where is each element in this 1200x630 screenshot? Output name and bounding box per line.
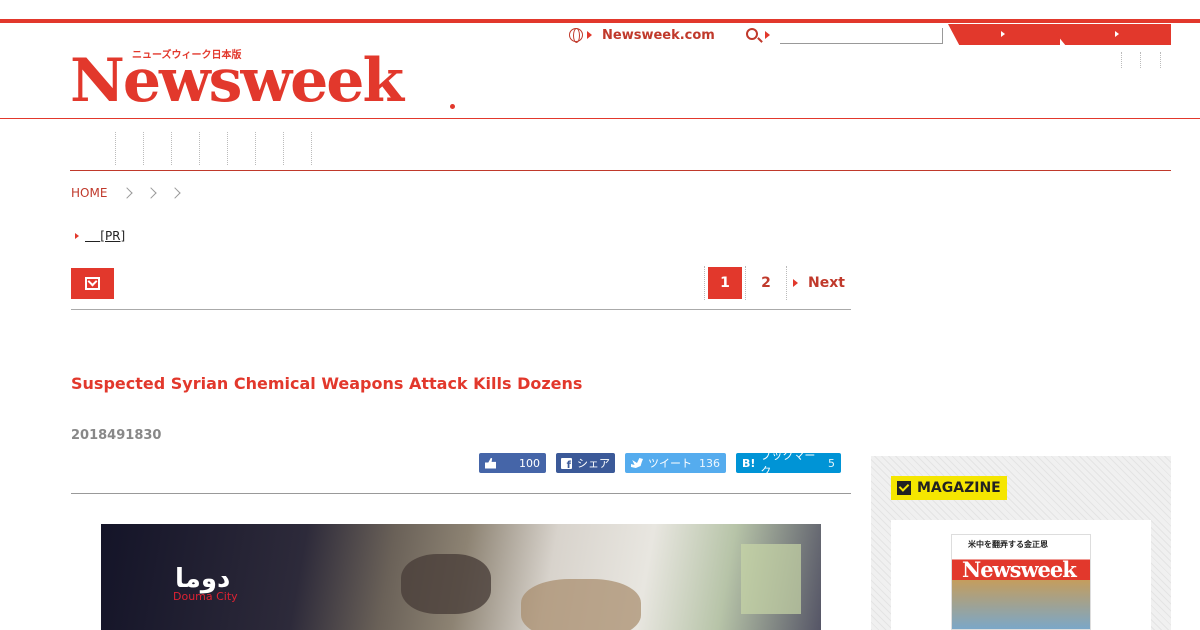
arrow-right-icon <box>587 31 592 39</box>
arrow-right-icon <box>75 232 79 239</box>
breadcrumb: HOME <box>71 185 182 201</box>
nav-item-8[interactable] <box>311 132 312 165</box>
facebook-share-button[interactable]: シェア <box>556 453 615 473</box>
article-headline: Suspected Syrian Chemical Weapons Attack… <box>71 374 583 393</box>
divider <box>71 309 851 310</box>
chevron-down-icon <box>85 277 100 290</box>
globe-icon <box>569 28 583 43</box>
cover-kicker: 米中を翻弄する金正恩 <box>968 540 1048 549</box>
page-1-button[interactable]: 1 <box>708 267 742 299</box>
thumbs-up-icon <box>485 457 496 469</box>
pr-link[interactable]: [PR] <box>75 228 125 243</box>
chevron-right-icon <box>121 187 134 199</box>
top-tab-2[interactable] <box>1048 24 1171 45</box>
tab-2-arrow-icon <box>1115 31 1119 37</box>
nav-item-5[interactable] <box>227 132 228 165</box>
nav-item-1[interactable] <box>115 132 116 165</box>
magazine-cover[interactable]: 米中を翻弄する金正恩 Newsweek <box>951 534 1091 630</box>
chevron-right-icon <box>169 187 182 199</box>
nav-item-4[interactable] <box>199 132 200 165</box>
tweet-count: 136 <box>699 456 720 470</box>
page-2-button[interactable]: 2 <box>746 275 786 291</box>
nav-item-2[interactable] <box>143 132 144 165</box>
main-nav <box>70 130 1171 171</box>
tweet-label: ツイート <box>648 457 692 470</box>
search-icon[interactable] <box>746 28 758 40</box>
facebook-like-button[interactable]: 100 <box>479 453 546 473</box>
next-page-button[interactable]: Next <box>787 275 845 291</box>
utility-links[interactable] <box>1121 52 1165 68</box>
bookmark-label: ブックマーク <box>760 449 816 478</box>
newsweek-com-link[interactable]: Newsweek.com <box>569 26 715 44</box>
nav-item-6[interactable] <box>255 132 256 165</box>
check-box-icon <box>897 481 911 495</box>
hatena-bookmark-button[interactable]: B! ブックマーク 5 <box>736 449 841 478</box>
top-rule <box>0 19 1200 23</box>
article-video[interactable]: دوما Douma City <box>101 524 821 630</box>
share-label: シェア <box>577 457 610 470</box>
facebook-icon <box>561 457 572 471</box>
search-input[interactable] <box>780 28 943 44</box>
video-channel-logo: دوما Douma City <box>173 564 243 604</box>
video-scene <box>741 544 801 614</box>
magazine-heading: MAGAZINE <box>891 476 1007 500</box>
article-date: 2018491830 <box>71 428 162 443</box>
hatena-bookmark-icon: B! <box>742 456 756 470</box>
tab-1-arrow-icon <box>1001 31 1005 37</box>
nav-item-7[interactable] <box>283 132 284 165</box>
breadcrumb-home[interactable]: HOME <box>71 186 107 200</box>
search-arrow-icon <box>765 31 770 39</box>
pr-link-label: [PR] <box>100 228 126 243</box>
nav-item-3[interactable] <box>171 132 172 165</box>
header-divider <box>0 118 1200 119</box>
newsweek-logo[interactable]: Newsweek ニューズウィーク日本版 <box>70 48 460 114</box>
chevron-right-icon <box>145 187 158 199</box>
pagination: 1 2 Next <box>704 266 845 300</box>
category-dropdown-button[interactable] <box>71 268 114 299</box>
logo-subtext: ニューズウィーク日本版 <box>130 50 244 62</box>
site-link-label: Newsweek.com <box>602 27 715 43</box>
video-scene <box>521 579 641 630</box>
bookmark-count: 5 <box>828 456 835 470</box>
video-logo-english: Douma City <box>173 590 238 603</box>
video-scene <box>401 554 491 614</box>
magazine-label: MAGAZINE <box>917 480 1001 496</box>
next-label: Next <box>808 275 845 291</box>
twitter-icon <box>631 458 643 468</box>
tweet-button[interactable]: ツイート 136 <box>625 453 726 473</box>
logo-dot <box>450 104 455 109</box>
social-buttons: 100 シェア ツイート 136 B! ブックマーク 5 <box>479 449 841 478</box>
cover-logo: Newsweek <box>962 557 1077 582</box>
magazine-sidebar: MAGAZINE 米中を翻弄する金正恩 Newsweek <box>871 456 1171 630</box>
divider <box>71 493 851 494</box>
like-count: 100 <box>519 456 540 470</box>
arrow-right-icon <box>793 279 798 287</box>
pager-divider <box>704 266 705 300</box>
top-tabs <box>948 24 1171 45</box>
magazine-card: 米中を翻弄する金正恩 Newsweek <box>891 520 1151 630</box>
